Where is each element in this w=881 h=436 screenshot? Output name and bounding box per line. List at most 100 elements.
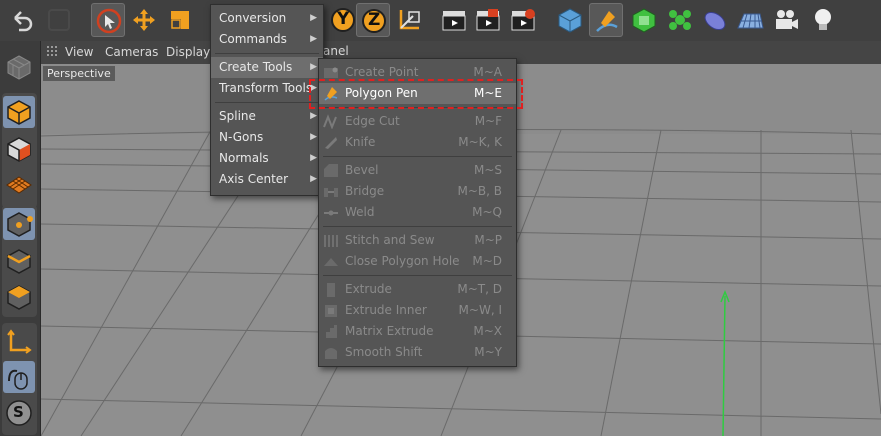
render-view-button[interactable] [437,3,471,37]
menu-separator [215,53,319,54]
move-icon [133,9,155,31]
extrude-inner-icon [325,305,337,317]
submenu-item-bevel[interactable]: Bevel M~S [319,160,516,181]
model-cube-icon [7,100,31,125]
close-polygon-hole-icon [324,258,338,266]
mesh-menu: Conversion ▶ Commands ▶ Create Tools ▶ Tran… [210,4,324,196]
viewport-menu-panel-partial[interactable]: anel [323,44,349,58]
submenu-separator [323,107,512,108]
submenu-arrow-icon: ▶ [310,83,317,93]
menu-item-transform-tools[interactable]: Transform Tools ▶ [211,78,323,99]
menu-item-spline[interactable]: Spline ▶ [211,106,323,127]
render-picture-viewer-button[interactable] [471,3,505,37]
deformer-button[interactable] [698,3,732,37]
enable-axis-button[interactable] [3,326,35,358]
menu-item-axis-center[interactable]: Axis Center ▶ [211,169,323,190]
submenu-item-knife[interactable]: Knife M~K, K [319,132,516,153]
live-selection-icon [96,8,122,34]
tweak-mode-button[interactable] [3,361,35,393]
menu-item-create-tools[interactable]: Create Tools ▶ [211,57,323,78]
workplane-mode-button[interactable] [3,169,35,201]
create-point-icon [324,67,338,78]
menu-item-commands[interactable]: Commands ▶ [211,29,323,50]
matrix-extrude-icon [326,325,337,338]
deformer-icon [704,11,726,31]
submenu-arrow-icon: ▶ [310,174,317,184]
left-palette: S [0,41,41,436]
weld-icon [324,210,338,216]
points-cube-icon [7,212,33,237]
submenu-item-edge-cut[interactable]: Edge Cut M~F [319,111,516,132]
light-button[interactable] [806,3,840,37]
snap-button[interactable]: S [3,397,35,429]
cloner-icon [669,10,691,30]
make-editable-button[interactable] [3,51,35,83]
camera-icon [776,10,798,29]
submenu-separator [323,156,512,157]
coordinate-system-button[interactable] [392,3,426,37]
points-mode-button[interactable] [3,208,35,240]
texture-mode-button[interactable] [3,133,35,165]
clapper-gear-icon [511,9,535,31]
z-axis-label: Z [368,10,381,30]
submenu-arrow-icon: ▶ [310,153,317,163]
live-selection-button[interactable] [91,3,125,37]
main-toolbar: Y Z [0,0,881,42]
z-axis-button[interactable]: Z [356,3,390,37]
scale-button[interactable] [163,3,197,37]
polygons-cube-icon [7,285,31,310]
undo-button[interactable] [4,3,38,37]
y-axis-button[interactable]: Y [326,3,360,37]
floor-button[interactable] [733,3,767,37]
submenu-item-close-polygon-hole[interactable]: Close Polygon Hole M~D [319,251,516,272]
workplane-grid-icon [6,176,32,194]
submenu-item-extrude-inner[interactable]: Extrude Inner M~W, I [319,300,516,321]
submenu-item-matrix-extrude[interactable]: Matrix Extrude M~X [319,321,516,342]
axis-icon [7,329,32,354]
viewport-menu-display[interactable]: Display [166,45,210,59]
menu-item-conversion[interactable]: Conversion ▶ [211,8,323,29]
floor-grid-icon [737,13,764,29]
submenu-item-bridge[interactable]: Bridge M~B, B [319,181,516,202]
redo-button[interactable] [42,3,76,37]
viewport-menu-cameras[interactable]: Cameras [105,45,158,59]
submenu-arrow-icon: ▶ [310,132,317,142]
viewport-perspective-label: Perspective [43,66,115,81]
render-settings-button[interactable] [506,3,540,37]
submenu-item-polygon-pen[interactable]: Polygon Pen M~E [319,83,516,104]
edge-cut-icon [323,114,337,129]
knife-icon [325,137,337,149]
viewport-menu-view[interactable]: View [65,45,93,59]
cube-primitive-button[interactable] [553,3,587,37]
light-bulb-icon [815,9,831,30]
menu-item-n-gons[interactable]: N-Gons ▶ [211,127,323,148]
submenu-item-create-point[interactable]: Create Point M~A [319,62,516,83]
submenu-item-stitch-and-sew[interactable]: Stitch and Sew M~P [319,230,516,251]
move-button[interactable] [127,3,161,37]
coordinate-system-icon [399,10,420,30]
create-tools-submenu: Create Point M~A Polygon Pen M~E Edge Cut M… [318,58,517,367]
viewport-grip-icon [47,46,59,58]
clapper-icon [442,11,466,31]
pen-spline-button[interactable] [589,3,623,37]
cube-icon [558,8,582,33]
camera-button[interactable] [769,3,803,37]
menu-item-normals[interactable]: Normals ▶ [211,148,323,169]
submenu-item-weld[interactable]: Weld M~Q [319,202,516,223]
submenu-arrow-icon: ▶ [310,34,317,44]
redo-icon [48,9,70,31]
cloner-button[interactable] [663,3,697,37]
menu-separator [215,102,319,103]
edges-mode-button[interactable] [3,245,35,277]
smooth-shift-icon [325,348,337,359]
subdivision-surface-button[interactable] [627,3,661,37]
scale-icon [171,11,189,29]
pen-icon [596,11,618,32]
submenu-item-extrude[interactable]: Extrude M~T, D [319,279,516,300]
bevel-icon [324,164,338,177]
polygons-mode-button[interactable] [3,281,35,313]
extrude-icon [327,283,335,297]
submenu-item-smooth-shift[interactable]: Smooth Shift M~Y [319,342,516,363]
submenu-arrow-icon: ▶ [310,111,317,121]
model-mode-button[interactable] [3,96,35,128]
